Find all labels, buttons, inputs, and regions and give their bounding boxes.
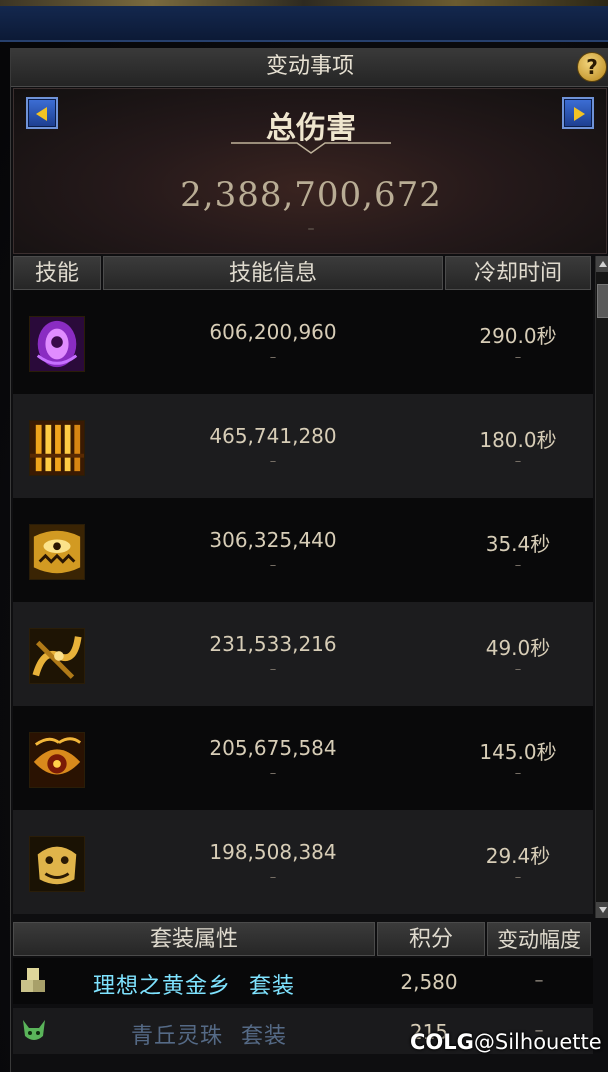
skill-damage: 606,200,960 bbox=[209, 320, 337, 344]
set-table-header: 套装属性 积分 变动幅度 bbox=[13, 922, 591, 956]
fox-set-icon bbox=[23, 1020, 45, 1040]
set-change: – bbox=[534, 970, 544, 991]
skill-damage: 465,741,280 bbox=[209, 424, 337, 448]
set-score: 2,580 bbox=[400, 970, 458, 994]
golden-cubes-set-icon bbox=[21, 968, 45, 992]
skill-damage: 198,508,384 bbox=[209, 840, 337, 864]
skill-cooldown-change: – bbox=[514, 454, 522, 469]
chevron-down-icon bbox=[599, 907, 607, 913]
skill-cooldown: 49.0秒 bbox=[485, 636, 551, 660]
set-name-text: 青丘灵珠 bbox=[131, 1024, 224, 1049]
watermark-brand: COLG bbox=[410, 1030, 474, 1054]
skill-row[interactable]: 306,325,440 – 35.4秒 – bbox=[13, 498, 593, 602]
skill-cooldown-change: – bbox=[514, 662, 522, 677]
golden-eye-skill-icon bbox=[29, 732, 85, 788]
watermark-handle: @Silhouette bbox=[473, 1030, 602, 1054]
column-header-set-attributes: 套装属性 bbox=[13, 922, 375, 956]
skill-list: 606,200,960 – 290.0秒 – 465,741,280 – 180… bbox=[13, 290, 593, 916]
total-damage-section: 总伤害 2,388,700,672 – bbox=[13, 88, 607, 254]
skill-damage-change: – bbox=[269, 558, 277, 573]
set-suffix: 套装 bbox=[249, 974, 296, 999]
golden-mask-skill-icon bbox=[29, 836, 85, 892]
skill-row[interactable]: 205,675,584 – 145.0秒 – bbox=[13, 706, 593, 810]
column-header-change: 变动幅度 bbox=[487, 922, 591, 956]
set-name: 青丘灵珠 套装 bbox=[131, 1018, 287, 1050]
skill-cooldown-change: – bbox=[514, 870, 522, 885]
skill-cooldown: 145.0秒 bbox=[479, 740, 557, 764]
skill-damage-change: – bbox=[269, 454, 277, 469]
change-details-panel: 变动事项 ? 总伤害 2,388,700,672 – 技能 技能信息 冷却时间 bbox=[10, 48, 608, 1072]
skill-row[interactable]: 465,741,280 – 180.0秒 – bbox=[13, 394, 593, 498]
skill-damage-change: – bbox=[269, 870, 277, 885]
purple-eye-skill-icon bbox=[29, 316, 85, 372]
column-header-skill-info: 技能信息 bbox=[103, 256, 443, 290]
help-icon[interactable]: ? bbox=[577, 52, 607, 82]
column-header-skill: 技能 bbox=[13, 256, 101, 290]
total-damage-value: 2,388,700,672 bbox=[180, 175, 442, 215]
column-header-cooldown: 冷却时间 bbox=[445, 256, 591, 290]
damage-details-screen: 变动事项 ? 总伤害 2,388,700,672 – 技能 技能信息 冷却时间 bbox=[0, 0, 608, 1072]
skill-damage-change: – bbox=[269, 350, 277, 365]
golden-monster-skill-icon bbox=[29, 524, 85, 580]
skill-damage: 205,675,584 bbox=[209, 736, 337, 760]
skill-row[interactable]: 198,508,384 – 29.4秒 – bbox=[13, 810, 593, 914]
skill-damage: 231,533,216 bbox=[209, 632, 337, 656]
skill-cooldown: 29.4秒 bbox=[485, 844, 551, 868]
scroll-thumb[interactable] bbox=[597, 284, 608, 318]
skill-damage-change: – bbox=[269, 662, 277, 677]
skill-table-header: 技能 技能信息 冷却时间 bbox=[13, 256, 591, 290]
set-row[interactable]: 理想之黄金乡 套装 2,580 – bbox=[13, 958, 593, 1004]
skill-cooldown: 290.0秒 bbox=[479, 324, 557, 348]
skill-list-scrollbar[interactable] bbox=[595, 256, 608, 918]
set-name: 理想之黄金乡 套装 bbox=[93, 968, 295, 1000]
scroll-down-button[interactable] bbox=[596, 902, 608, 918]
skill-cooldown-change: – bbox=[514, 350, 522, 365]
skill-cooldown: 180.0秒 bbox=[479, 428, 557, 452]
set-suffix: 套装 bbox=[241, 1024, 288, 1049]
panel-title: 变动事项 bbox=[265, 54, 354, 79]
golden-pillars-skill-icon bbox=[29, 420, 85, 476]
skill-row[interactable]: 231,533,216 – 49.0秒 – bbox=[13, 602, 593, 706]
game-top-bar bbox=[0, 0, 608, 42]
watermark: COLG@Silhouette bbox=[410, 1030, 602, 1054]
column-header-score: 积分 bbox=[377, 922, 485, 956]
scroll-up-button[interactable] bbox=[596, 256, 608, 272]
skill-cooldown-change: – bbox=[514, 558, 522, 573]
golden-tentacle-skill-icon bbox=[29, 628, 85, 684]
skill-damage: 306,325,440 bbox=[209, 528, 337, 552]
total-damage-change: – bbox=[307, 221, 315, 237]
set-name-text: 理想之黄金乡 bbox=[93, 974, 232, 999]
panel-title-bar: 变动事项 ? bbox=[11, 48, 608, 87]
skill-cooldown: 35.4秒 bbox=[485, 532, 551, 556]
skill-cooldown-change: – bbox=[514, 766, 522, 781]
skill-damage-change: – bbox=[269, 766, 277, 781]
ornament-chevron-icon bbox=[231, 142, 391, 154]
top-decoration-strip bbox=[0, 0, 608, 6]
skill-row[interactable]: 606,200,960 – 290.0秒 – bbox=[13, 290, 593, 394]
chevron-up-icon bbox=[599, 261, 607, 267]
